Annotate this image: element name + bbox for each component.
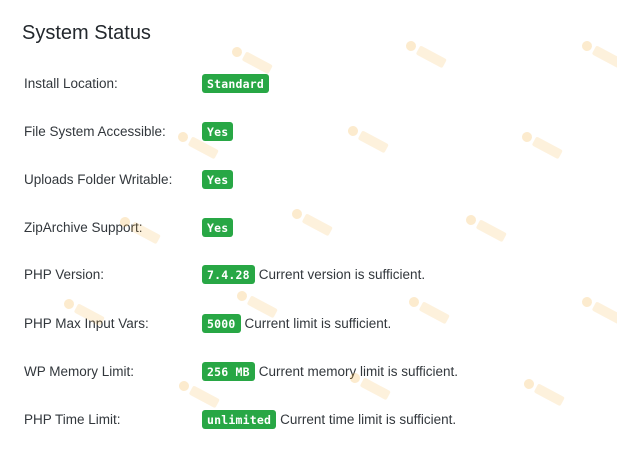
status-row-php-time-limit: PHP Time Limit: unlimited Current time l… (24, 407, 456, 431)
status-badge: Yes (202, 217, 234, 237)
status-row-uploads-folder: Uploads Folder Writable: Yes (24, 167, 237, 191)
system-status-panel: System Status Install Location: Standard… (0, 0, 617, 450)
row-label: PHP Max Input Vars: (24, 315, 149, 331)
watermark-stamp-icon (575, 288, 617, 332)
row-label: PHP Version: (24, 266, 105, 282)
status-row-php-version: PHP Version: 7.4.28 Current version is s… (24, 262, 425, 286)
row-label: ZipArchive Support: (24, 219, 143, 235)
watermark-stamp-icon (285, 200, 339, 244)
status-row-php-max-input-vars: PHP Max Input Vars: 5000 Current limit i… (24, 311, 391, 335)
row-value: Yes (202, 121, 237, 141)
watermark-stamp-icon (341, 117, 395, 161)
status-note: Current memory limit is sufficient. (258, 363, 459, 379)
row-value: Yes (202, 217, 237, 237)
row-value: 7.4.28 Current version is sufficient. (202, 264, 426, 284)
row-label: PHP Time Limit: (24, 411, 121, 427)
row-value: 256 MB Current memory limit is sufficien… (202, 361, 459, 381)
status-row-wp-memory-limit: WP Memory Limit: 256 MB Current memory l… (24, 359, 458, 383)
status-row-install-location: Install Location: Standard (24, 71, 273, 95)
status-badge: 5000 (202, 313, 241, 333)
status-badge: Yes (202, 169, 234, 189)
row-label: Uploads Folder Writable: (24, 171, 173, 187)
row-label: WP Memory Limit: (24, 363, 135, 379)
row-label: Install Location: (24, 75, 118, 91)
row-value: unlimited Current time limit is sufficie… (202, 409, 457, 429)
watermark-stamp-icon (399, 32, 453, 76)
status-note: Current time limit is sufficient. (280, 411, 457, 427)
page-title: System Status (22, 22, 151, 44)
watermark-stamp-icon (515, 123, 569, 167)
watermark-stamp-icon (459, 206, 513, 250)
row-label: File System Accessible: (24, 123, 166, 139)
status-note: Current limit is sufficient. (244, 315, 392, 331)
status-badge: unlimited (202, 409, 277, 429)
row-value: Standard (202, 73, 273, 93)
watermark-stamp-icon (402, 288, 456, 332)
status-note: Current version is sufficient. (258, 266, 426, 282)
status-row-ziparchive: ZipArchive Support: Yes (24, 215, 237, 239)
status-badge: 256 MB (202, 361, 255, 381)
row-value: Yes (202, 169, 237, 189)
row-value: 5000 Current limit is sufficient. (202, 313, 392, 333)
status-badge: 7.4.28 (202, 264, 255, 284)
watermark-stamp-icon (517, 370, 571, 414)
watermark-stamp-icon (575, 32, 617, 76)
status-row-file-system: File System Accessible: Yes (24, 119, 237, 143)
status-badge: Yes (202, 121, 234, 141)
status-badge: Standard (202, 73, 269, 93)
